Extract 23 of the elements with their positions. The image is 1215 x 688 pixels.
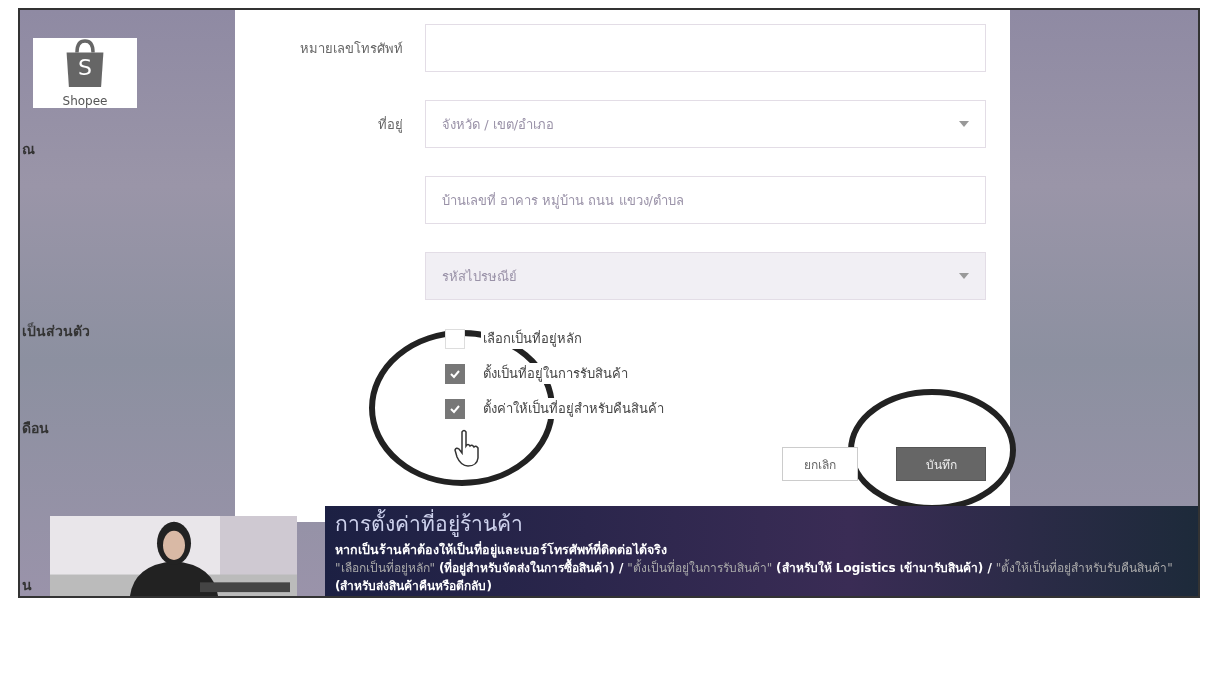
input-field[interactable]: บ้านเลขที่ อาคาร หมู่บ้าน ถนน แขวง/ตำบล: [425, 176, 986, 224]
save-button[interactable]: บันทึก: [896, 447, 986, 481]
caption-title: การตั้งค่าที่อยู่ร้านค้า: [335, 508, 523, 540]
sidebar-text: ณ: [22, 140, 36, 159]
field-label: ที่อยู่: [378, 116, 403, 132]
caret-icon: [959, 273, 969, 279]
caret-icon: [959, 121, 969, 127]
checkbox-label: ตั้งเป็นที่อยู่ในการรับสินค้า: [481, 363, 630, 384]
sidebar-text: เป็นส่วนตัว: [22, 321, 91, 341]
caption-text: "เลือกเป็นที่อยู่หลัก" (ที่อยู่สำหรับจัดส่งในการซื้อสินค้า) / "ตั้งเป็นที่อยู่ในการรับสินค้า" (สำหรับให้ Logistics เข้ามารับสินค้า) / "ตั้งให้เป็นที่อยู่สำหรับรับคืนสินค้า" (สำหรับส่งสินค้าคืนหรือตีกลับ): [335, 559, 1188, 595]
caption-subtitle: หากเป็นร้านค้าต้องให้เป็นที่อยู่และเบอร์โทรศัพท์ที่ติดต่อได้จริง: [335, 540, 668, 559]
sidebar-text: ดือน: [22, 419, 50, 438]
field-label: หมายเลขโทรศัพท์: [300, 40, 403, 56]
logo-mark: S: [78, 56, 92, 80]
cancel-button[interactable]: ยกเลิก: [782, 447, 858, 481]
checkbox-label: ตั้งค่าให้เป็นที่อยู่สำหรับคืนสินค้า: [481, 398, 666, 419]
checkbox[interactable]: [445, 398, 465, 419]
checkbox[interactable]: [445, 363, 465, 384]
sidebar-text: น: [22, 576, 33, 595]
logo-text: Shopee: [62, 94, 108, 108]
dropdown-field[interactable]: จังหวัด / เขต/อำเภอ: [425, 100, 986, 148]
input-field[interactable]: [425, 24, 986, 72]
checkbox-label: เลือกเป็นที่อยู่หลัก: [481, 328, 584, 349]
